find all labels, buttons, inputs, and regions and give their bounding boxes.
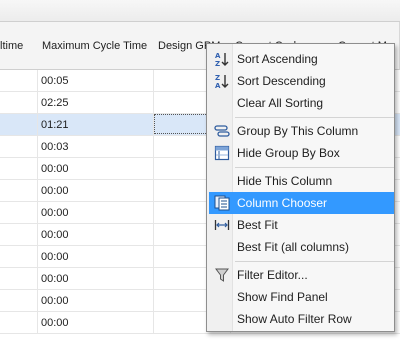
column-header-time[interactable]: ltime <box>0 22 38 70</box>
menu-item-hide-group-by-box[interactable]: Hide Group By Box <box>209 142 394 164</box>
menu-item-clear-all-sorting[interactable]: Clear All Sorting <box>209 92 394 114</box>
svg-text:A: A <box>215 52 221 60</box>
svg-text:A: A <box>215 82 221 89</box>
table-cell[interactable] <box>0 158 38 180</box>
table-cell[interactable] <box>0 114 38 136</box>
sort-ascending-icon: A Z <box>214 51 230 68</box>
max-cycle-time-cell[interactable]: 02:25 <box>37 92 154 114</box>
table-cell[interactable] <box>0 70 38 92</box>
grid-top-bar <box>0 0 400 22</box>
menu-item-label: Show Auto Filter Row <box>237 312 352 326</box>
table-cell[interactable] <box>0 224 38 246</box>
group-box-icon <box>214 145 230 161</box>
menu-item-label: Best Fit (all columns) <box>237 240 350 254</box>
menu-item-filter-editor[interactable]: Filter Editor... <box>209 264 394 286</box>
sort-descending-icon: Z A <box>214 73 230 90</box>
table-cell[interactable] <box>0 290 38 312</box>
menu-item-hide-this-column[interactable]: Hide This Column <box>209 170 394 192</box>
menu-item-group-by-this-column[interactable]: Group By This Column <box>209 120 394 142</box>
column-chooser-icon <box>214 195 230 211</box>
menu-item-sort-descending[interactable]: Z A Sort Descending <box>209 70 394 92</box>
menu-item-best-fit[interactable]: Best Fit <box>209 214 394 236</box>
max-cycle-time-cell[interactable]: 00:00 <box>37 268 154 290</box>
menu-item-label: Hide Group By Box <box>237 146 340 160</box>
menu-item-label: Clear All Sorting <box>237 96 324 110</box>
max-cycle-time-cell[interactable]: 00:00 <box>37 224 154 246</box>
menu-item-column-chooser[interactable]: Column Chooser <box>209 192 394 214</box>
menu-item-label: Sort Ascending <box>237 52 318 66</box>
menu-item-best-fit-all-columns[interactable]: Best Fit (all columns) <box>209 236 394 258</box>
menu-item-show-auto-filter-row[interactable]: Show Auto Filter Row <box>209 308 394 330</box>
max-cycle-time-cell[interactable]: 00:00 <box>37 312 154 334</box>
menu-item-label: Hide This Column <box>237 174 333 188</box>
menu-item-label: Group By This Column <box>237 124 359 138</box>
menu-item-label: Column Chooser <box>237 196 328 210</box>
table-cell[interactable] <box>0 136 38 158</box>
menu-item-show-find-panel[interactable]: Show Find Panel <box>209 286 394 308</box>
menu-separator <box>235 261 394 262</box>
menu-item-label: Sort Descending <box>237 74 326 88</box>
best-fit-icon <box>214 217 230 233</box>
filter-icon <box>214 267 230 283</box>
table-cell[interactable] <box>0 180 38 202</box>
table-cell[interactable] <box>0 312 38 334</box>
max-cycle-time-cell[interactable]: 00:00 <box>37 290 154 312</box>
column-context-menu: A Z Sort Ascending Z A Sort Descending C… <box>206 43 395 332</box>
table-cell[interactable] <box>0 202 38 224</box>
table-cell[interactable] <box>0 92 38 114</box>
max-cycle-time-cell[interactable]: 00:00 <box>37 158 154 180</box>
max-cycle-time-cell[interactable]: 00:00 <box>37 180 154 202</box>
menu-item-label: Filter Editor... <box>237 268 308 282</box>
group-by-icon <box>214 123 230 139</box>
svg-text:Z: Z <box>215 60 220 67</box>
menu-item-sort-ascending[interactable]: A Z Sort Ascending <box>209 48 394 70</box>
max-cycle-time-cell[interactable]: 00:05 <box>37 70 154 92</box>
max-cycle-time-cell[interactable]: 00:03 <box>37 136 154 158</box>
max-cycle-time-cell[interactable]: 00:00 <box>37 202 154 224</box>
table-cell[interactable] <box>0 246 38 268</box>
menu-item-label: Best Fit <box>237 218 278 232</box>
svg-text:Z: Z <box>215 74 220 82</box>
column-header-maximum-cycle-time[interactable]: Maximum Cycle Time <box>37 22 154 70</box>
menu-item-label: Show Find Panel <box>237 290 328 304</box>
max-cycle-time-cell[interactable]: 00:00 <box>37 246 154 268</box>
menu-separator <box>235 167 394 168</box>
table-cell[interactable] <box>0 268 38 290</box>
menu-separator <box>235 117 394 118</box>
max-cycle-time-cell[interactable]: 01:21 <box>37 114 154 136</box>
